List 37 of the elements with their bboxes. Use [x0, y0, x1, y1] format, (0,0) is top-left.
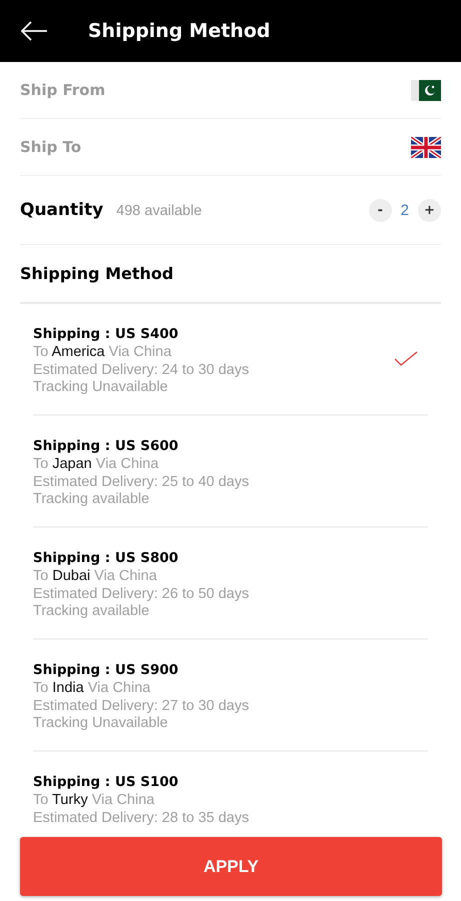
route-text: To America Via China	[33, 344, 172, 362]
shipping-option[interactable]: Shipping : US S800 To Dubai Via China Estimated Delivery: 26 to 50 days Tracking available	[33, 528, 428, 640]
quantity-value: 2	[400, 202, 409, 218]
back-icon[interactable]	[20, 20, 48, 42]
tracking-status: Tracking available	[33, 491, 150, 508]
route-text: To India Via China	[33, 680, 152, 698]
route-text: To Dubai Via China	[33, 568, 158, 586]
screen-title: Shipping Method	[88, 20, 270, 42]
shipping-price: Shipping : US S600	[33, 437, 180, 456]
available-count: 498 available	[116, 203, 202, 219]
quantity-label: Quantity	[20, 200, 104, 220]
flag-icon[interactable]	[411, 80, 441, 100]
ship-to-label: Ship To	[20, 138, 82, 156]
delivery-estimate: Estimated Delivery: 28 to 35 days	[33, 810, 249, 827]
section-title: Shipping Method	[20, 264, 174, 283]
delivery-estimate: Estimated Delivery: 27 to 30 days	[33, 698, 249, 715]
flag-icon[interactable]	[411, 136, 441, 158]
delivery-estimate: Estimated Delivery: 25 to 40 days	[33, 474, 249, 491]
ship-from-label: Ship From	[20, 81, 106, 99]
decrease-button[interactable]: -	[368, 198, 392, 222]
tracking-status: Tracking available	[33, 603, 150, 620]
increase-button[interactable]: +	[418, 198, 441, 222]
tracking-status: Tracking Unavailable	[33, 715, 169, 732]
shipping-option[interactable]: Shipping : US S600 To Japan Via China Estimated Delivery: 25 to 40 days Tracking available	[33, 416, 428, 528]
shipping-price: Shipping : US S900	[33, 661, 180, 680]
shipping-option[interactable]: Shipping : US S400 To America Via China Estimated Delivery: 24 to 30 days Tracking Unavailable	[33, 304, 428, 416]
shipping-price: Shipping : US S400	[33, 325, 180, 344]
shipping-price: Shipping : US S100	[33, 773, 180, 792]
delivery-estimate: Estimated Delivery: 24 to 30 days	[33, 362, 249, 379]
route-text: To Japan Via China	[33, 456, 160, 474]
delivery-estimate: Estimated Delivery: 26 to 50 days	[33, 586, 249, 603]
shipping-option[interactable]: Shipping : US S100 To Turky Via China Estimated Delivery: 28 to 35 days	[33, 752, 428, 827]
tracking-status: Tracking Unavailable	[33, 379, 169, 396]
shipping-option[interactable]: Shipping : US S900 To India Via China Estimated Delivery: 27 to 30 days Tracking Unavailable	[33, 640, 428, 752]
apply-button[interactable]: APPLY	[20, 837, 442, 896]
route-text: To Turky Via China	[33, 792, 156, 810]
shipping-price: Shipping : US S800	[33, 549, 180, 568]
